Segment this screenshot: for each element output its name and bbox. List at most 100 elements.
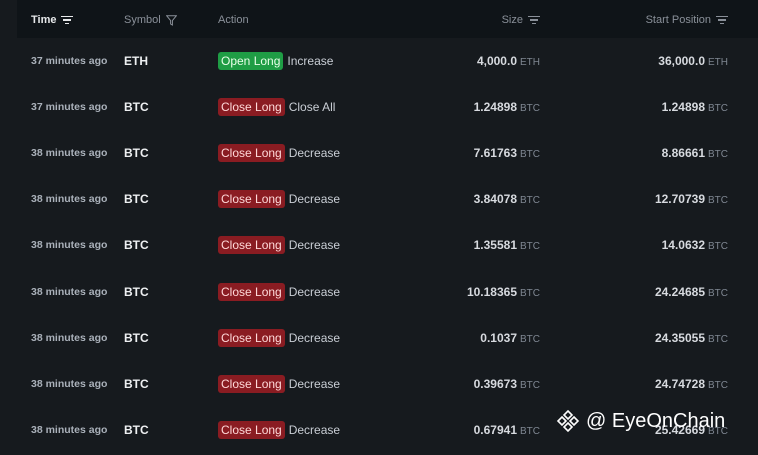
sort-icon[interactable] xyxy=(61,16,74,24)
action-badge: Open Long xyxy=(218,52,284,70)
action-type: Increase xyxy=(287,54,334,68)
start-position: 24.74728 BTC xyxy=(655,361,728,407)
action-badge: Close Long xyxy=(218,98,285,117)
trade-time: 38 minutes ago xyxy=(31,193,108,206)
trade-action: Close Long Decrease xyxy=(218,222,340,268)
trade-symbol: BTC xyxy=(124,422,149,437)
action-type: Decrease xyxy=(288,192,341,207)
trade-time: 38 minutes ago xyxy=(31,423,108,436)
size-value: 7.61763 xyxy=(473,146,517,161)
trade-size: 0.1037 BTC xyxy=(480,315,540,361)
action-type: Decrease xyxy=(288,376,341,391)
column-header-time[interactable]: Time xyxy=(31,12,74,28)
trade-size: 1.35581 BTC xyxy=(474,222,540,268)
action-type: Decrease xyxy=(288,330,341,345)
table-row[interactable]: 38 minutes ago BTC Close Long Decrease 0.103… xyxy=(17,315,758,361)
column-header-size[interactable]: Size xyxy=(502,12,540,28)
trade-action: Close Long Decrease xyxy=(218,315,340,361)
table-row[interactable]: 38 minutes ago BTC Close Long Decrease 7.617… xyxy=(17,130,758,176)
action-badge: Close Long xyxy=(218,236,285,255)
action-type: Decrease xyxy=(288,238,341,253)
sort-icon[interactable] xyxy=(716,16,728,24)
start-position-value: 24.24685 xyxy=(654,284,705,299)
table-row[interactable]: 38 minutes ago BTC Close Long Decrease 1.355… xyxy=(17,222,758,268)
trade-symbol: BTC xyxy=(124,238,149,253)
trade-size: 4,000.0 ETH xyxy=(477,38,540,84)
action-type: Decrease xyxy=(288,284,341,299)
trade-size: 0.67941 BTC xyxy=(474,407,540,453)
trade-time: 38 minutes ago xyxy=(31,147,108,160)
watermark-text: @ EyeOnChain xyxy=(586,409,726,432)
size-unit: BTC xyxy=(520,103,540,115)
action-badge: Close Long xyxy=(218,328,285,347)
size-value: 10.18365 xyxy=(466,284,517,299)
trade-size: 0.39673 BTC xyxy=(474,361,540,407)
start-position: 14.0632 BTC xyxy=(662,222,728,268)
action-type: Decrease xyxy=(288,422,341,437)
start-position-value: 1.24898 xyxy=(661,100,705,115)
start-position-unit: BTC xyxy=(708,333,728,345)
trade-time: 38 minutes ago xyxy=(31,331,108,344)
column-header-size-label: Size xyxy=(501,14,523,26)
trade-size: 10.18365 BTC xyxy=(467,269,540,315)
action-type: Decrease xyxy=(288,146,341,161)
trade-symbol: BTC xyxy=(124,192,149,207)
size-value: 1.24898 xyxy=(473,100,517,115)
column-header-time-label: Time xyxy=(31,14,57,26)
trade-time: 38 minutes ago xyxy=(31,285,108,298)
table-row[interactable]: 38 minutes ago BTC Close Long Decrease 0.396… xyxy=(17,361,758,407)
table-row[interactable]: 37 minutes ago BTC Close Long Close All 1.24… xyxy=(17,84,758,130)
trade-size: 1.24898 BTC xyxy=(474,84,540,130)
filter-icon[interactable] xyxy=(165,14,177,26)
size-unit: BTC xyxy=(520,379,540,391)
action-badge: Close Long xyxy=(218,190,285,209)
action-badge: Close Long xyxy=(218,144,285,163)
table-row[interactable]: 38 minutes ago BTC Close Long Decrease 10.18… xyxy=(17,269,758,315)
start-position-unit: BTC xyxy=(708,241,728,253)
trade-symbol: BTC xyxy=(124,330,149,345)
start-position-value: 36,000.0 xyxy=(658,54,705,68)
size-unit: ETH xyxy=(520,57,540,68)
sort-icon[interactable] xyxy=(528,16,540,24)
table-row[interactable]: 38 minutes ago BTC Close Long Decrease 3.840… xyxy=(17,176,758,222)
size-unit: BTC xyxy=(520,241,540,253)
trade-symbol: BTC xyxy=(124,100,149,115)
column-header-action: Action xyxy=(218,12,249,28)
size-value: 4,000.0 xyxy=(476,54,517,68)
trade-action: Close Long Close All xyxy=(218,84,335,130)
start-position-unit: BTC xyxy=(708,149,728,161)
trade-size: 3.84078 BTC xyxy=(474,176,540,222)
trade-symbol: BTC xyxy=(124,376,149,391)
trade-symbol: BTC xyxy=(124,284,149,299)
size-value: 3.84078 xyxy=(473,192,517,207)
start-position: 36,000.0 ETH xyxy=(658,38,728,84)
trade-symbol: BTC xyxy=(124,146,149,161)
size-unit: BTC xyxy=(520,287,540,299)
binance-logo-icon xyxy=(556,409,580,433)
trade-action: Open Long Increase xyxy=(218,38,333,84)
column-header-symbol[interactable]: Symbol xyxy=(124,12,177,28)
action-badge: Close Long xyxy=(218,374,285,393)
start-position-value: 24.35055 xyxy=(654,330,705,345)
table-row[interactable]: 37 minutes ago ETH Open Long Increase 4,000.… xyxy=(17,38,758,84)
trade-action: Close Long Decrease xyxy=(218,269,340,315)
start-position: 24.24685 BTC xyxy=(655,269,728,315)
start-position-value: 8.86661 xyxy=(661,146,705,161)
size-value: 1.35581 xyxy=(473,238,517,253)
start-position: 1.24898 BTC xyxy=(662,84,728,130)
watermark: @ EyeOnChain xyxy=(556,406,725,436)
column-header-start-position[interactable]: Start Position xyxy=(646,12,728,28)
column-header-action-label: Action xyxy=(218,14,249,26)
trade-time: 37 minutes ago xyxy=(31,101,108,114)
start-position: 24.35055 BTC xyxy=(655,315,728,361)
size-value: 0.67941 xyxy=(473,422,517,437)
size-unit: BTC xyxy=(520,195,540,207)
action-badge: Close Long xyxy=(218,282,285,301)
trade-action: Close Long Decrease xyxy=(218,130,340,176)
start-position-value: 24.74728 xyxy=(654,376,705,391)
action-badge: Close Long xyxy=(218,420,285,439)
start-position-value: 14.0632 xyxy=(661,238,705,253)
column-header-symbol-label: Symbol xyxy=(124,14,161,26)
size-unit: BTC xyxy=(520,425,540,437)
action-type: Close All xyxy=(288,100,336,115)
